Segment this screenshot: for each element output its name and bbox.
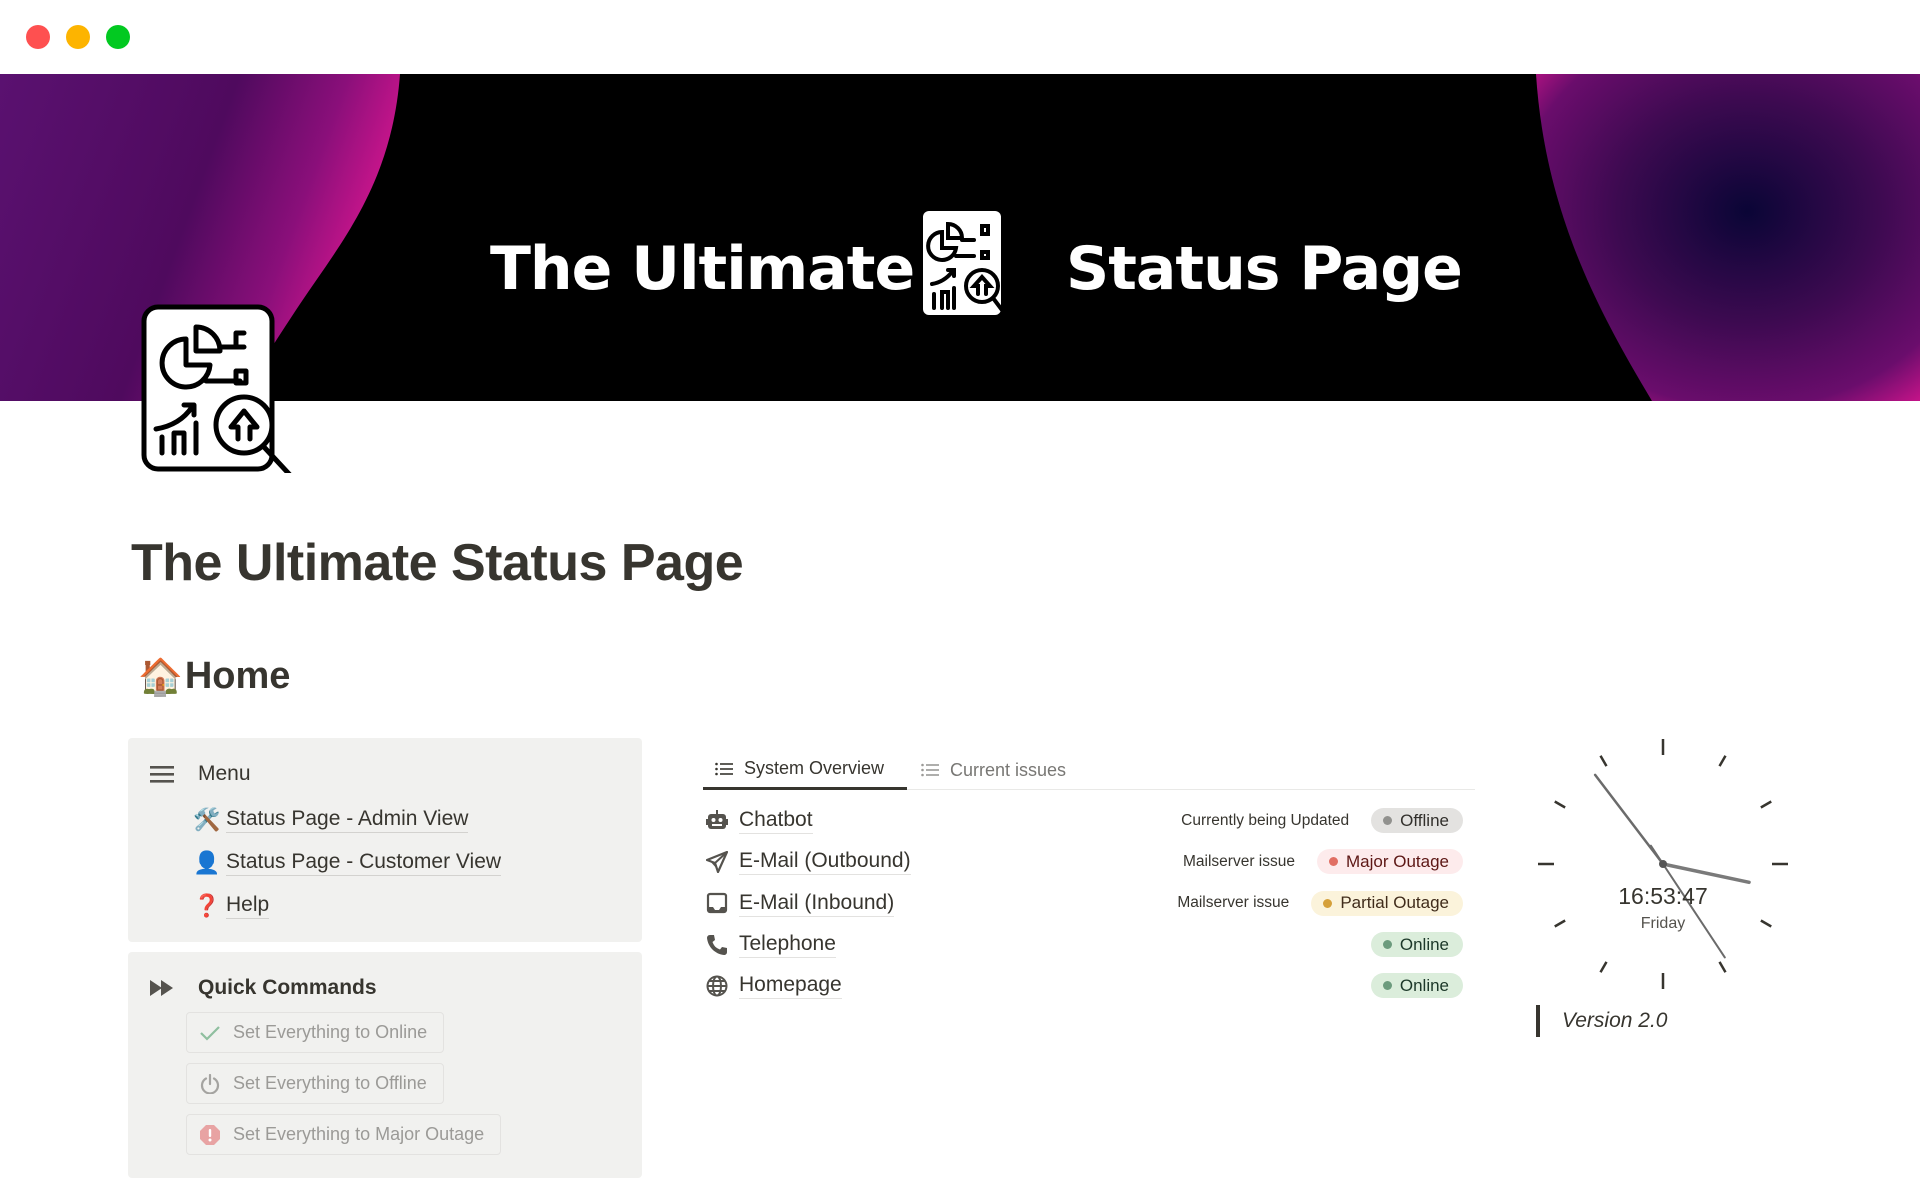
status-note: Mailserver issue xyxy=(1183,852,1295,870)
house-icon: 🏠 xyxy=(138,655,183,697)
set-all-offline-button[interactable]: Set Everything to Offline xyxy=(186,1063,444,1104)
paper-plane-icon xyxy=(705,850,729,874)
system-name[interactable]: Homepage xyxy=(739,972,842,1000)
system-name[interactable]: Chatbot xyxy=(739,807,813,835)
clock-tick xyxy=(1599,961,1608,973)
menu-link-label[interactable]: Status Page - Customer View xyxy=(226,849,502,876)
quick-commands-callout: Quick Commands Set Everything to Online … xyxy=(128,952,642,1178)
version-quote: Version 2.0 xyxy=(1536,1005,1667,1037)
quick-commands-header: Quick Commands xyxy=(148,976,377,1000)
system-list: Chatbot Currently being Updated Offline … xyxy=(705,800,1463,1006)
clock-tick xyxy=(1760,800,1772,809)
status-badge: Online xyxy=(1370,973,1463,999)
system-row-email-outbound[interactable]: E-Mail (Outbound) Mailserver issue Major… xyxy=(705,841,1463,882)
clock-tick xyxy=(1554,919,1566,928)
maximize-window-button[interactable] xyxy=(106,25,130,49)
close-window-button[interactable] xyxy=(26,25,50,49)
window-titlebar xyxy=(0,0,1920,74)
status-dot xyxy=(1323,898,1333,908)
robot-icon xyxy=(705,809,729,833)
banner-title-left: The Ultimate xyxy=(490,234,915,304)
clock-tick xyxy=(1718,755,1727,767)
status-label: Partial Outage xyxy=(1340,893,1449,913)
set-all-major-outage-button[interactable]: Set Everything to Major Outage xyxy=(186,1114,502,1155)
system-row-chatbot[interactable]: Chatbot Currently being Updated Offline xyxy=(705,800,1463,841)
checkmark-icon xyxy=(199,1022,221,1044)
status-label: Offline xyxy=(1400,810,1449,830)
menu-link-label[interactable]: Help xyxy=(226,892,270,919)
inbox-tray-icon xyxy=(705,891,729,915)
list-icon xyxy=(921,763,941,777)
report-analytics-magnifier-icon[interactable] xyxy=(140,303,310,473)
menu-link-label[interactable]: Status Page - Admin View xyxy=(226,806,469,833)
button-label: Set Everything to Online xyxy=(233,1022,428,1042)
status-note: Mailserver issue xyxy=(1177,894,1290,912)
status-dot xyxy=(1383,816,1393,826)
menu-callout: Menu 🛠️ Status Page - Admin View 👤 Statu… xyxy=(128,738,642,942)
status-badge: Offline xyxy=(1371,808,1463,834)
system-row-telephone[interactable]: Telephone Online xyxy=(705,924,1463,965)
clock-tick xyxy=(1718,961,1727,973)
menu-link-help[interactable]: ❓ Help xyxy=(190,884,501,927)
tab-system-overview[interactable]: System Overview xyxy=(703,750,907,790)
globe-icon xyxy=(705,974,729,998)
status-badge: Partial Outage xyxy=(1311,890,1463,916)
tab-label: Current issues xyxy=(950,759,1067,780)
clock-minute-hand xyxy=(1593,773,1665,866)
person-silhouette-icon: 👤 xyxy=(193,849,221,875)
tab-label: System Overview xyxy=(744,758,885,778)
system-name[interactable]: Telephone xyxy=(739,931,836,959)
clock-tick xyxy=(1760,919,1772,928)
clock-tick xyxy=(1554,800,1566,809)
analog-clock-widget: 16:53:47 Friday xyxy=(1538,739,1788,989)
minimize-window-button[interactable] xyxy=(66,25,90,49)
menu-header: Menu xyxy=(148,762,251,786)
clock-second-hand xyxy=(1661,862,1751,885)
power-icon xyxy=(199,1073,221,1095)
menu-link-admin-view[interactable]: 🛠️ Status Page - Admin View xyxy=(190,798,501,841)
menu-link-customer-view[interactable]: 👤 Status Page - Customer View xyxy=(190,841,502,884)
status-label: Major Outage xyxy=(1346,851,1449,871)
clock-day: Friday xyxy=(1641,915,1685,932)
system-row-email-inbound[interactable]: E-Mail (Inbound) Mailserver issue Partia… xyxy=(705,883,1463,924)
banner-title-right: Status Page xyxy=(1066,234,1463,304)
home-heading: 🏠 Home xyxy=(138,655,290,698)
button-label: Set Everything to Major Outage xyxy=(233,1124,485,1144)
status-dot xyxy=(1382,940,1392,950)
clock-center-dot xyxy=(1659,860,1667,868)
home-heading-text: Home xyxy=(184,655,291,697)
status-dot xyxy=(1382,981,1392,991)
banner-right-shape xyxy=(1536,74,1920,401)
menu-title: Menu xyxy=(198,762,251,785)
system-name[interactable]: E-Mail (Outbound) xyxy=(739,848,911,876)
set-all-online-button[interactable]: Set Everything to Online xyxy=(186,1012,445,1053)
clock-tick xyxy=(1599,755,1608,767)
quick-command-buttons: Set Everything to Online Set Everything … xyxy=(186,1012,502,1165)
report-analytics-magnifier-icon xyxy=(923,211,1010,320)
clock-digital-time: 16:53:47 xyxy=(1618,883,1708,909)
view-tabs: System Overview Current issues xyxy=(703,750,1475,790)
hammer-wrench-icon: 🛠️ xyxy=(193,806,221,832)
tab-current-issues[interactable]: Current issues xyxy=(917,750,1066,790)
fast-forward-icon xyxy=(148,977,176,999)
hamburger-menu-icon xyxy=(148,763,176,785)
status-badge: Online xyxy=(1370,932,1463,958)
quick-commands-title: Quick Commands xyxy=(198,976,377,999)
status-note: Currently being Updated xyxy=(1181,811,1350,829)
status-label: Online xyxy=(1399,934,1449,954)
button-label: Set Everything to Offline xyxy=(233,1073,427,1093)
page-title: The Ultimate Status Page xyxy=(131,534,744,592)
status-dot xyxy=(1329,857,1338,867)
status-badge: Major Outage xyxy=(1317,849,1463,875)
phone-icon xyxy=(705,933,729,957)
system-name[interactable]: E-Mail (Inbound) xyxy=(739,890,895,917)
list-icon xyxy=(715,762,735,776)
question-mark-icon: ❓ xyxy=(193,892,221,918)
system-row-homepage[interactable]: Homepage Online xyxy=(705,965,1463,1006)
status-label: Online xyxy=(1399,975,1449,995)
alert-octagon-icon xyxy=(199,1124,221,1146)
menu-links: 🛠️ Status Page - Admin View 👤 Status Pag… xyxy=(190,798,502,927)
